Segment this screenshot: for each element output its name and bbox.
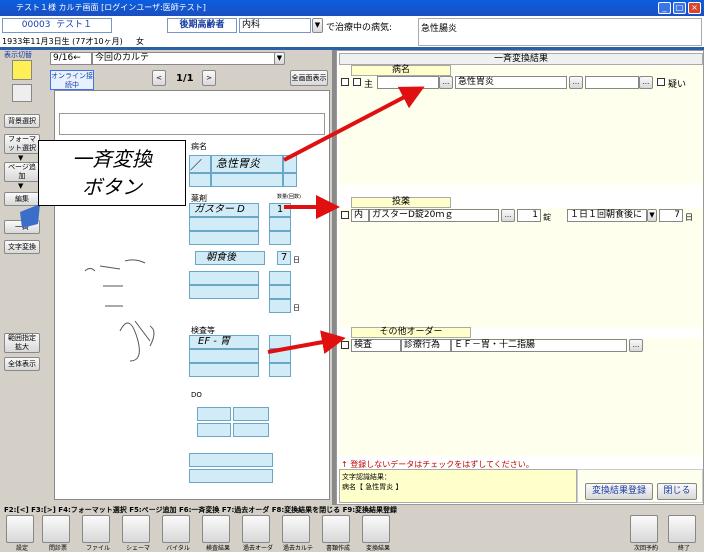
questionnaire-icon[interactable] <box>42 515 70 543</box>
toolbar-label: 検査結果 <box>205 545 230 552</box>
toolbar-label: 書類作成 <box>325 545 350 552</box>
toolbar-label: 過去オーダ <box>242 545 273 552</box>
toolbar-label: 過去カルテ <box>282 545 313 552</box>
documents-icon[interactable] <box>322 515 350 543</box>
toolbar-label: シェーマ <box>125 545 150 552</box>
convert-result-icon[interactable] <box>362 515 390 543</box>
toolbar-label: バイタル <box>166 545 190 552</box>
vital-icon[interactable] <box>162 515 190 543</box>
past-karte-icon[interactable] <box>282 515 310 543</box>
bottom-toolbar: 設定 問診票 ファイル シェーマ バイタル 検査結果 過去オーダ 過去カルテ 書… <box>0 515 704 552</box>
toolbar-item-file[interactable]: ファイル <box>78 515 116 552</box>
settings-icon[interactable] <box>6 515 34 543</box>
toolbar-label: ファイル <box>85 545 110 552</box>
past-order-icon[interactable] <box>242 515 270 543</box>
toolbar-item-exam-result[interactable]: 検査結果 <box>198 515 236 552</box>
toolbar-label: 変換結果 <box>365 545 390 552</box>
callout-line-1: 一斉変換 <box>72 147 152 171</box>
calendar-icon[interactable] <box>630 515 658 543</box>
toolbar-item-exit[interactable]: 終了 <box>664 515 702 552</box>
annotation-arrows <box>20 86 425 354</box>
toolbar-item-convert-result[interactable]: 変換結果 <box>358 515 396 552</box>
toolbar-item-schema[interactable]: シェーマ <box>118 515 156 552</box>
toolbar-item-questionnaire[interactable]: 問診票 <box>38 515 76 552</box>
callout-pointer <box>20 204 40 228</box>
schema-icon[interactable] <box>122 515 150 543</box>
exit-icon[interactable] <box>668 515 696 543</box>
toolbar-item-vital[interactable]: バイタル <box>158 515 196 552</box>
arrow-disease <box>283 86 425 162</box>
file-icon[interactable] <box>82 515 110 543</box>
toolbar-item-past-order[interactable]: 過去オーダ <box>238 515 276 552</box>
arrow-other <box>267 330 346 354</box>
callout-line-2: ボタン <box>82 175 142 199</box>
toolbar-item-next-appointment[interactable]: 次回予約 <box>626 515 664 552</box>
toolbar-item-documents[interactable]: 書類作成 <box>318 515 356 552</box>
toolbar-label: 次回予約 <box>633 545 658 552</box>
toolbar-label: 終了 <box>677 545 690 552</box>
exam-result-icon[interactable] <box>202 515 230 543</box>
toolbar-item-past-karte[interactable]: 過去カルテ <box>278 515 316 552</box>
toolbar-item-settings[interactable]: 設定 <box>2 515 40 552</box>
callout-box: 一斉変換 ボタン <box>38 140 186 206</box>
toolbar-label: 設定 <box>15 545 28 552</box>
toolbar-label: 問診票 <box>48 545 67 552</box>
shortcut-bar: F2:[<] F3:[>] F4:フォーマット選択 F5:ページ追加 F6:一斉… <box>0 505 704 515</box>
